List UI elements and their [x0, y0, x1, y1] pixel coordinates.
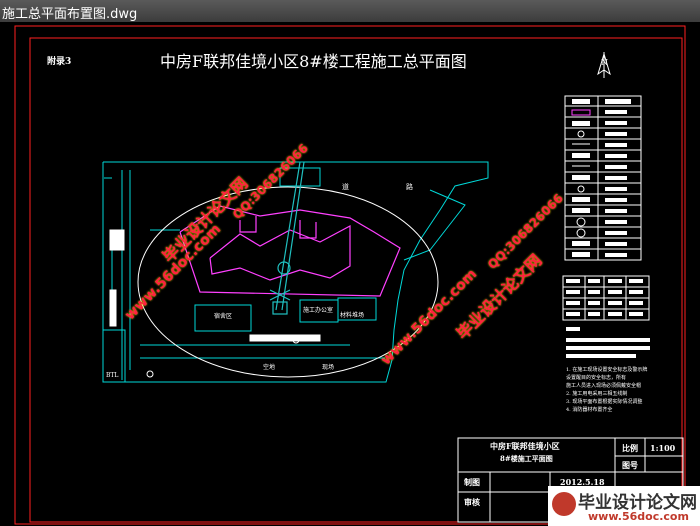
window-title: 施工总平面布置图.dwg	[2, 7, 138, 22]
drawing-svg	[14, 25, 686, 525]
marker-icon	[146, 370, 154, 378]
left-tag-label: BTL	[106, 372, 119, 379]
road-label-2: 路	[406, 183, 413, 191]
north-label: N	[601, 58, 608, 67]
legend-symbols	[571, 99, 631, 257]
note-line: 设置醒目的安全标志，所有	[566, 375, 627, 381]
window-titlebar: 施工总平面布置图.dwg	[0, 0, 700, 23]
site-logo: 毕业设计论文网 www.56doc.com	[548, 486, 700, 526]
materials-table-cells	[566, 279, 650, 358]
appendix-label: 附录3	[47, 57, 72, 67]
notes-block: 1. 在施工现场设置安全标志及警示牌 设置醒目的安全标志，所有 施工人员进入现场…	[566, 366, 656, 414]
drawing-title: 中房F联邦佳境小区8#楼工程施工总平面图	[160, 52, 467, 71]
drawn-label: 制图	[464, 477, 480, 487]
checked-label: 审核	[464, 497, 480, 507]
drawing-canvas[interactable]: 附录3 中房F联邦佳境小区8#楼工程施工总平面图 N 道 路 施工办公室 宿舍区…	[0, 22, 700, 526]
logo-mark-icon	[552, 492, 576, 516]
title-block-subtitle: 8#楼施工平面图	[500, 454, 553, 463]
storage-label: 材料堆场	[340, 312, 365, 319]
road-label-1: 道	[342, 183, 349, 191]
residential-label: 宿舍区	[214, 313, 233, 320]
inner-frame	[29, 37, 683, 523]
note-line: 施工人员进入现场必须佩戴安全帽	[566, 383, 642, 389]
note-line: 2. 施工用电采用三相五线制	[566, 391, 628, 397]
scale-label: 比例	[622, 443, 638, 453]
scale-value: 1:100	[650, 443, 676, 453]
lot-label: 空地	[263, 364, 276, 371]
note-line: 3. 现场平面布置根据实际情况调整	[566, 399, 643, 405]
office-label: 施工办公室	[303, 307, 334, 314]
logo-url: www.56doc.com	[588, 510, 689, 523]
title-block-project: 中房F联邦佳境小区	[490, 441, 560, 451]
note-line: 4. 消防器材布置齐全	[566, 407, 613, 413]
site-label: 现场	[322, 364, 335, 371]
drawing-no-label: 图号	[622, 460, 638, 470]
note-line: 1. 在施工现场设置安全标志及警示牌	[566, 367, 648, 373]
